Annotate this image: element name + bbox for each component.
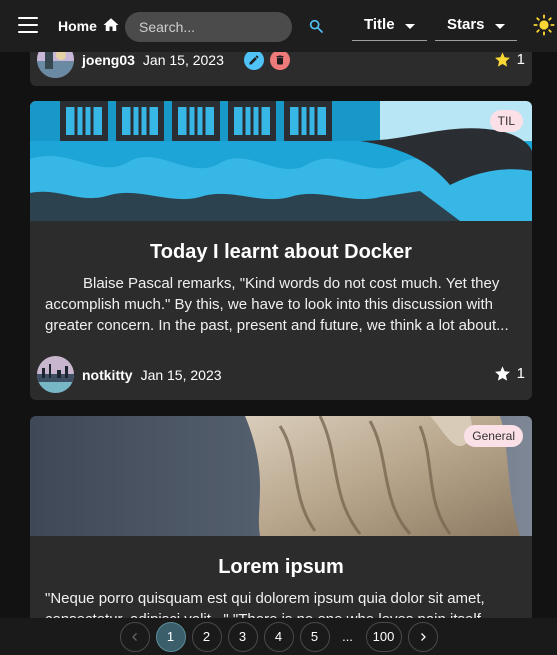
avatar[interactable]	[37, 356, 74, 393]
author-name[interactable]: notkitty	[82, 367, 133, 383]
menu-icon[interactable]	[18, 17, 38, 33]
category-tag[interactable]: General	[464, 425, 523, 447]
post-title[interactable]: Today I learnt about Docker	[30, 241, 532, 264]
sort-stars-label: Stars	[447, 16, 485, 33]
star-count[interactable]: 1	[494, 365, 525, 382]
home-icon[interactable]	[102, 16, 120, 34]
chevron-left-icon	[131, 632, 137, 641]
search-input[interactable]	[125, 12, 292, 42]
search-icon[interactable]	[308, 18, 324, 34]
page-button[interactable]: 1	[155, 621, 186, 652]
next-page-button[interactable]	[407, 621, 438, 652]
page-button[interactable]: 100	[365, 621, 402, 652]
sort-stars-select[interactable]: Stars	[435, 8, 517, 41]
page-ellipsis: ...	[342, 629, 353, 644]
page-button[interactable]: 2	[191, 621, 222, 652]
chevron-right-icon	[420, 632, 426, 641]
post-excerpt: Blaise Pascal remarks, "Kind words do no…	[45, 275, 509, 334]
app-bar: Home Title Stars	[0, 0, 557, 52]
post-date: Jan 15, 2023	[140, 366, 222, 383]
chevron-down-icon	[495, 24, 505, 29]
page-button[interactable]: 5	[299, 621, 330, 652]
post-meta: notkitty Jan 15, 2023	[37, 356, 222, 393]
star-icon	[494, 52, 510, 67]
star-count[interactable]: 1	[494, 51, 525, 68]
star-count-value: 1	[516, 51, 525, 68]
author-name[interactable]: joeng03	[82, 52, 135, 68]
pagination: 1 2 3 4 5 ... 100	[0, 618, 557, 655]
prev-page-button[interactable]	[119, 621, 150, 652]
delete-button[interactable]	[269, 49, 290, 70]
home-link[interactable]: Home	[58, 18, 97, 34]
post-card[interactable]: TIL Today I learnt about Docker Blaise P…	[30, 101, 532, 400]
sun-icon[interactable]	[533, 14, 555, 36]
page-button[interactable]: 4	[263, 621, 294, 652]
page-button[interactable]: 3	[227, 621, 258, 652]
post-title[interactable]: Lorem ipsum	[30, 556, 532, 579]
trash-icon	[276, 55, 284, 64]
post-image: General	[30, 416, 532, 536]
star-icon	[494, 366, 510, 381]
pencil-icon	[249, 54, 259, 64]
sort-title-label: Title	[364, 16, 395, 33]
category-tag[interactable]: TIL	[489, 110, 523, 132]
sort-title-select[interactable]: Title	[352, 8, 427, 41]
chevron-down-icon	[405, 24, 415, 29]
star-count-value: 1	[516, 365, 525, 382]
post-date: Jan 15, 2023	[142, 51, 224, 68]
edit-button[interactable]	[243, 49, 264, 70]
post-image: TIL	[30, 101, 532, 221]
